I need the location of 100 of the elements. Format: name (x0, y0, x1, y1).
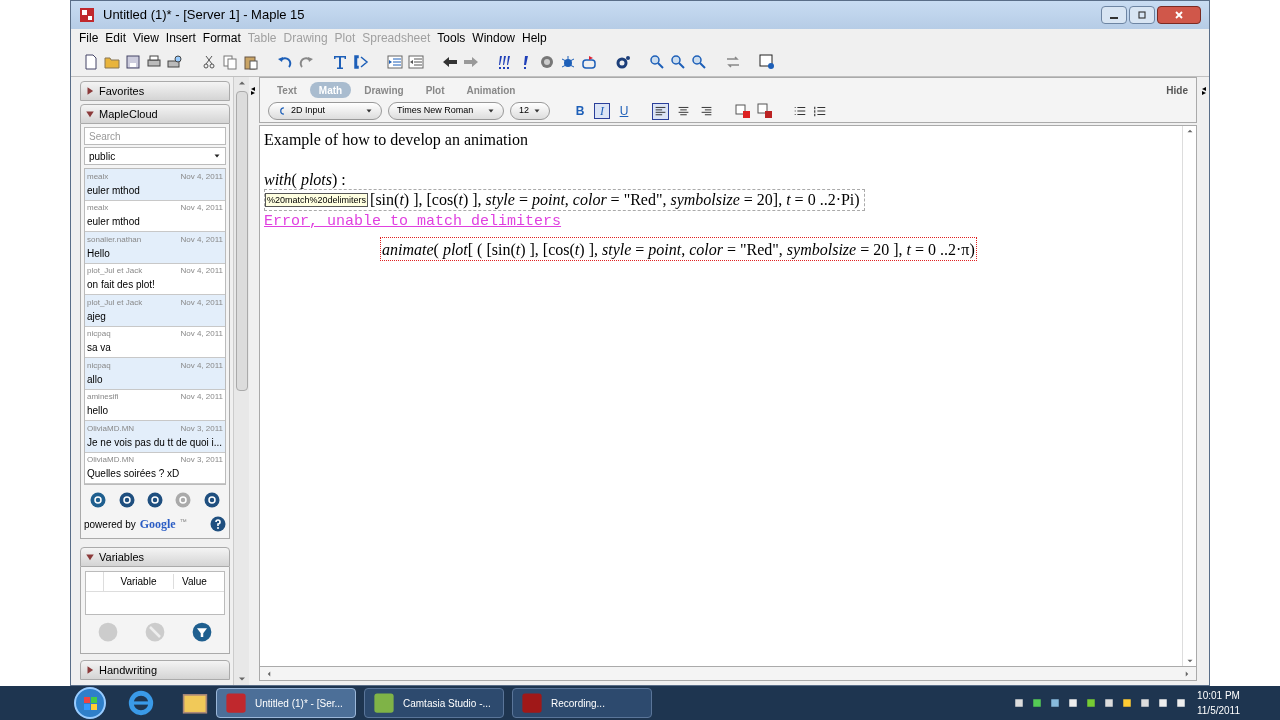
font-dropdown[interactable]: Times New Roman (388, 102, 504, 120)
background-icon[interactable] (757, 103, 773, 119)
input-mode-dropdown[interactable]: 2D Input (268, 102, 382, 120)
tray-icon[interactable] (1067, 697, 1079, 709)
cloud-list-item[interactable]: sonalier.nathan Nov 4, 2011 Hello (85, 232, 225, 264)
column-header: Variable (104, 574, 174, 589)
text-style-button[interactable]: U (616, 103, 632, 119)
restart-icon[interactable] (581, 53, 597, 70)
cloud-list-item[interactable]: mealx Nov 4, 2011 euler mthod (85, 200, 225, 232)
browser-icon[interactable] (128, 690, 154, 716)
dropdown-arrow-icon (487, 107, 495, 115)
error-message: Error, unable to match delimiters (264, 212, 562, 232)
save-icon[interactable] (125, 53, 141, 70)
menu-item[interactable]: Help (522, 29, 547, 47)
menu-item[interactable]: View (133, 29, 159, 47)
taskbar-label: Recording... (551, 696, 605, 711)
tray-icon[interactable] (1175, 697, 1187, 709)
minimize-button[interactable] (1101, 6, 1127, 24)
print-icon[interactable] (146, 53, 162, 70)
group-dropdown[interactable]: public (84, 147, 226, 165)
zoom-icon[interactable] (670, 53, 686, 70)
math-input-text: with( plots) : (264, 170, 346, 189)
taskbar-button[interactable]: Untitled (1)* - [Ser... (216, 688, 356, 718)
cut-icon[interactable] (201, 53, 217, 70)
cloud-list-item[interactable]: OliviaMD.MN Nov 3, 2011 Quelles soirées ? xD (85, 452, 225, 484)
tooltip: %20match%20delimiters (265, 193, 369, 207)
palette-header[interactable]: Variables (80, 547, 230, 567)
item-author: mealx (87, 170, 109, 183)
text-style-button[interactable]: B (572, 103, 588, 119)
zoom-in-icon[interactable] (649, 53, 665, 70)
cloud-list-item[interactable]: plot_Jul et Jack Nov 4, 2011 on fait des plot! (85, 263, 225, 295)
bullet-list-icon[interactable] (793, 104, 807, 118)
zoom-out-icon[interactable] (691, 53, 707, 70)
print-preview-icon[interactable] (167, 53, 183, 70)
dropdown-value: 2D Input (291, 104, 327, 118)
font-size-dropdown[interactable]: 12 (510, 102, 550, 120)
item-author: plot_Jul et Jack (87, 265, 143, 278)
text-style-button[interactable]: I (594, 103, 610, 119)
paste-icon[interactable] (243, 53, 259, 70)
tray-icon[interactable] (1103, 697, 1115, 709)
cloud-list-item[interactable]: plot_Jul et Jack Nov 4, 2011 ajeg (85, 295, 225, 327)
palette-header[interactable]: MapleCloud (80, 104, 230, 124)
palette-header[interactable]: Favorites (80, 81, 230, 101)
menu-item[interactable]: Insert (165, 29, 196, 47)
numbered-list-icon[interactable] (813, 104, 827, 118)
tray-icon[interactable] (1013, 697, 1025, 709)
text-mode-icon[interactable] (332, 53, 348, 70)
align-icon (654, 104, 667, 118)
border-icon[interactable] (735, 103, 751, 119)
align-left-button[interactable] (652, 102, 669, 120)
item-author: plot_Jul et Jack (87, 296, 143, 309)
scrollbar[interactable] (259, 667, 1197, 681)
menu-item[interactable]: File (79, 29, 99, 47)
prompt-icon[interactable] (353, 53, 369, 70)
palette-header[interactable]: Handwriting (80, 660, 230, 680)
taskbar-button[interactable]: Camtasia Studio -... (364, 688, 504, 718)
tray-icon[interactable] (1031, 697, 1043, 709)
tray-icon[interactable] (1085, 697, 1097, 709)
item-date: Nov 4, 2011 (180, 328, 223, 341)
cloud-list-item[interactable]: aminesifi Nov 4, 2011 hello (85, 389, 225, 421)
scroll-thumb[interactable] (235, 91, 248, 391)
scrollbar[interactable] (233, 77, 249, 685)
close-button[interactable] (1157, 6, 1201, 24)
item-title: euler mthod (87, 215, 141, 230)
outdent-icon[interactable] (408, 53, 424, 70)
menu-item[interactable]: Edit (105, 29, 127, 47)
search-field[interactable]: Search (84, 127, 226, 145)
dropdown-arrow-icon (533, 107, 541, 115)
taskbar-label: Camtasia Studio -... (403, 696, 491, 711)
copy-icon[interactable] (222, 53, 238, 70)
cloud-list-item[interactable]: nicpaq Nov 4, 2011 allo (85, 358, 225, 390)
indent-icon[interactable] (387, 53, 403, 70)
palette-title: MapleCloud (99, 106, 158, 122)
cloud-list-item[interactable]: OliviaMD.MN Nov 3, 2011 Je ne vois pas du tt de quoi i... (85, 421, 225, 453)
new-document-icon[interactable] (83, 53, 99, 70)
tray-icon[interactable] (1121, 697, 1133, 709)
filter-icon[interactable] (191, 622, 212, 642)
tray-icon[interactable] (1157, 697, 1169, 709)
tray-icon[interactable] (1049, 697, 1061, 709)
execute-all-icon[interactable] (497, 53, 513, 70)
item-title: ajeg (87, 309, 107, 324)
hide-button[interactable]: Hide (1166, 82, 1188, 98)
item-title: sa va (87, 341, 112, 356)
cloud-list-item[interactable]: nicpaq Nov 4, 2011 sa va (85, 326, 225, 358)
swap-arrows-icon[interactable] (725, 53, 741, 70)
suggested-correction: animate( plot[ ( [sin(t) ], [cos(t) ], style = point, color = "Red", symbolsize = 20 ], t = 0 ..2·π) (380, 237, 977, 261)
start-button-icon[interactable] (74, 687, 106, 719)
menu-item[interactable]: Format (202, 29, 241, 47)
tray-icon[interactable] (1139, 697, 1151, 709)
taskbar-button[interactable]: Recording... (512, 688, 652, 718)
menu-item[interactable]: Tools (437, 29, 466, 47)
menu-item[interactable]: Window (472, 29, 515, 47)
clock[interactable]: 10:01 PM 11/5/2011 (1197, 688, 1240, 718)
item-date: Nov 4, 2011 (180, 265, 223, 278)
item-date: Nov 3, 2011 (180, 422, 223, 435)
debug-icon[interactable] (560, 53, 576, 70)
item-author: nicpaq (87, 359, 111, 372)
stop-icon[interactable] (539, 53, 555, 70)
item-date: Nov 4, 2011 (180, 359, 223, 372)
cloud-list-item[interactable]: mealx Nov 4, 2011 euler mthod (85, 169, 225, 201)
